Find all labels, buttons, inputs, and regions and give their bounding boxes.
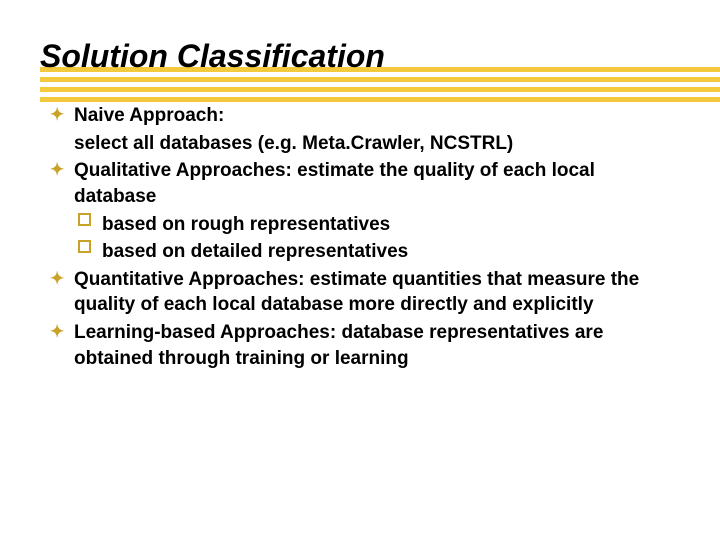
content: ✦ Naive Approach: select all databases (…: [40, 103, 680, 371]
bullet-learning: ✦ Learning-based Approaches: database re…: [40, 320, 680, 371]
sub-bullet-text: based on rough representatives: [102, 214, 390, 235]
slide-title: Solution Classification: [40, 38, 680, 75]
sub-bullet-detailed: based on detailed representatives: [40, 239, 680, 265]
bullet-label: Naive Approach:: [74, 105, 224, 126]
sub-bullet-rough: based on rough representatives: [40, 212, 680, 238]
bullet-quantitative: ✦ Quantitative Approaches: estimate quan…: [40, 267, 680, 318]
sub-bullet-text: based on detailed representatives: [102, 241, 408, 262]
square-icon: [78, 240, 91, 253]
bullet-icon: ✦: [50, 268, 64, 291]
square-icon: [78, 213, 91, 226]
bullet-icon: ✦: [50, 159, 64, 182]
bullet-qualitative: ✦ Qualitative Approaches: estimate the q…: [40, 158, 680, 209]
bullet-icon: ✦: [50, 104, 64, 127]
bullet-naive: ✦ Naive Approach:: [40, 103, 680, 129]
bullet-label: Learning-based Approaches:: [74, 322, 341, 343]
slide: Solution Classification ✦ Naive Approach…: [0, 0, 720, 540]
bullet-icon: ✦: [50, 321, 64, 344]
bullet-label: Qualitative Approaches:: [74, 160, 297, 181]
bullet-naive-body: select all databases (e.g. Meta.Crawler,…: [40, 131, 680, 157]
bullet-label: Quantitative Approaches:: [74, 269, 310, 290]
title-wrap: Solution Classification: [40, 38, 680, 75]
